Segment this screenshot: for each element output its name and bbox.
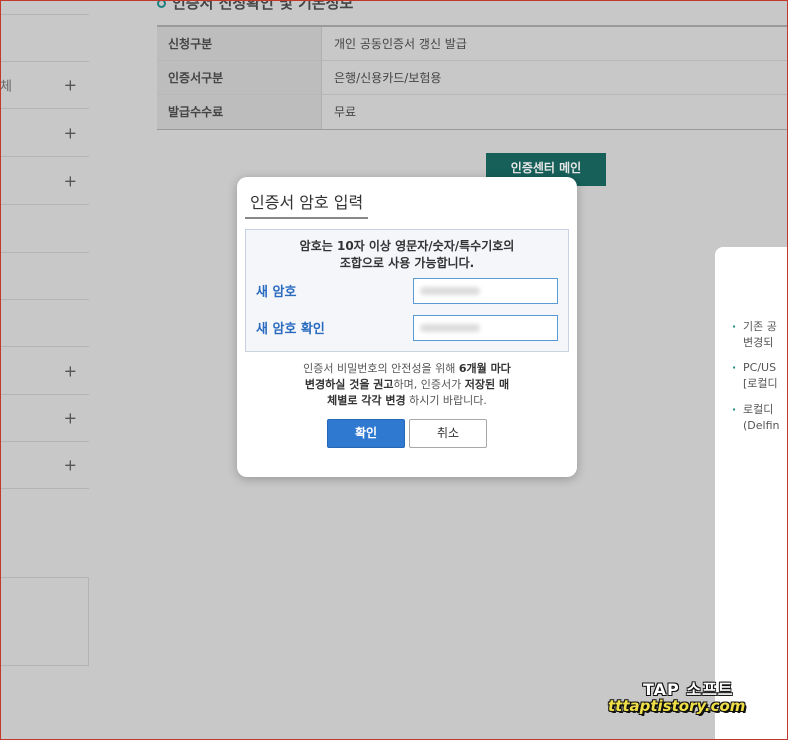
table-header-cell: 신청구분 [157,27,322,60]
plus-icon[interactable]: + [64,409,77,428]
list-item-text: (Delfin [743,419,780,432]
table-row: 신청구분 개인 공동인증서 갱신 발급 [157,27,788,61]
sidebar-item[interactable] [0,253,89,300]
section-title: 인증서 신청확인 및 기본정보 [157,0,353,13]
sidebar-item[interactable]: 체 + [0,62,89,109]
dialog-title: 인증서 암호 입력 [245,189,369,219]
plus-icon[interactable]: + [64,76,77,95]
list-item-text: 변경되 [743,336,774,349]
sidebar-item[interactable]: + [0,442,89,489]
cancel-button[interactable]: 취소 [409,419,487,448]
watermark-url: tttaptistory.com [608,697,746,715]
table-header-cell: 발급수수료 [157,95,322,129]
left-sidebar: 체 + + + + + + [0,0,89,740]
sidebar-item[interactable]: + [0,110,89,157]
sidebar-item[interactable] [0,300,89,347]
plus-icon[interactable]: + [64,172,77,191]
new-password-input[interactable] [413,278,558,304]
sidebar-item[interactable] [0,15,89,62]
list-item-text: 로컬디 [743,403,774,416]
password-rule-notice: 암호는 10자 이상 영문자/숫자/특수기호의 조합으로 사용 가능합니다. [246,238,568,272]
password-advice: 인증서 비밀번호의 안전성을 위해 6개월 마다 변경하실 것을 권고하며, 인… [237,361,577,409]
advice-emphasis: 6개월 마다 [458,362,511,375]
table-cell: 은행/신용카드/보험용 [334,71,442,85]
bullet-icon: · [732,361,737,374]
notice-line: 암호는 10자 이상 영문자/숫자/특수기호의 [299,239,515,253]
list-item: · 로컬디 (Delfin [732,402,780,434]
table-cell: 무료 [334,105,357,119]
advice-emphasis: 체별로 각각 변경 [327,394,406,407]
confirm-password-input[interactable] [413,315,558,341]
info-table: 신청구분 개인 공동인증서 갱신 발급 인증서구분 은행/신용카드/보험용 발급… [157,25,788,130]
sidebar-banner-box [0,577,89,666]
confirm-button[interactable]: 확인 [327,419,405,448]
list-item-text: PC/US [743,361,777,374]
list-item-text: [로컬디 [743,377,778,390]
advice-emphasis: 변경하실 것을 권고 [304,378,394,391]
table-row: 발급수수료 무료 [157,95,788,129]
bullet-icon [157,0,166,8]
sidebar-item[interactable]: + [0,158,89,205]
sidebar-item-label: 체 [0,79,12,95]
sidebar-item[interactable] [0,0,89,15]
plus-icon[interactable]: + [64,456,77,475]
password-dialog: 인증서 암호 입력 암호는 10자 이상 영문자/숫자/특수기호의 조합으로 사… [237,177,577,477]
masked-value [420,324,480,332]
advice-text: 하시기 바랍니다. [405,394,487,407]
advice-text: 하며, 인증서가 [393,378,465,391]
password-form: 암호는 10자 이상 영문자/숫자/특수기호의 조합으로 사용 가능합니다. 새… [245,229,569,352]
advice-emphasis: 저장된 매 [464,378,510,391]
advice-text: 인증서 비밀번호의 안전성을 위해 [303,362,459,375]
list-item: · 기존 공 변경되 [732,319,777,351]
table-cell: 개인 공동인증서 갱신 발급 [334,37,467,51]
confirm-password-label: 새 암호 확인 [256,322,325,337]
notice-line: 조합으로 사용 가능합니다. [339,256,475,270]
plus-icon[interactable]: + [64,362,77,381]
bullet-icon: · [732,320,737,333]
sidebar-item[interactable] [0,206,89,253]
plus-icon[interactable]: + [64,124,77,143]
bullet-icon: · [732,403,737,416]
table-header-cell: 인증서구분 [157,61,322,94]
right-info-panel: · 기존 공 변경되 · PC/US [로컬디 · 로컬디 (Delfin [715,247,788,740]
table-row: 인증서구분 은행/신용카드/보험용 [157,61,788,95]
new-password-label: 새 암호 [256,285,297,300]
sidebar-item[interactable]: + [0,348,89,395]
list-item: · PC/US [로컬디 [732,360,778,392]
masked-value [420,287,480,295]
section-title-text: 인증서 신청확인 및 기본정보 [172,0,354,12]
list-item-text: 기존 공 [743,320,777,333]
sidebar-item[interactable]: + [0,395,89,442]
